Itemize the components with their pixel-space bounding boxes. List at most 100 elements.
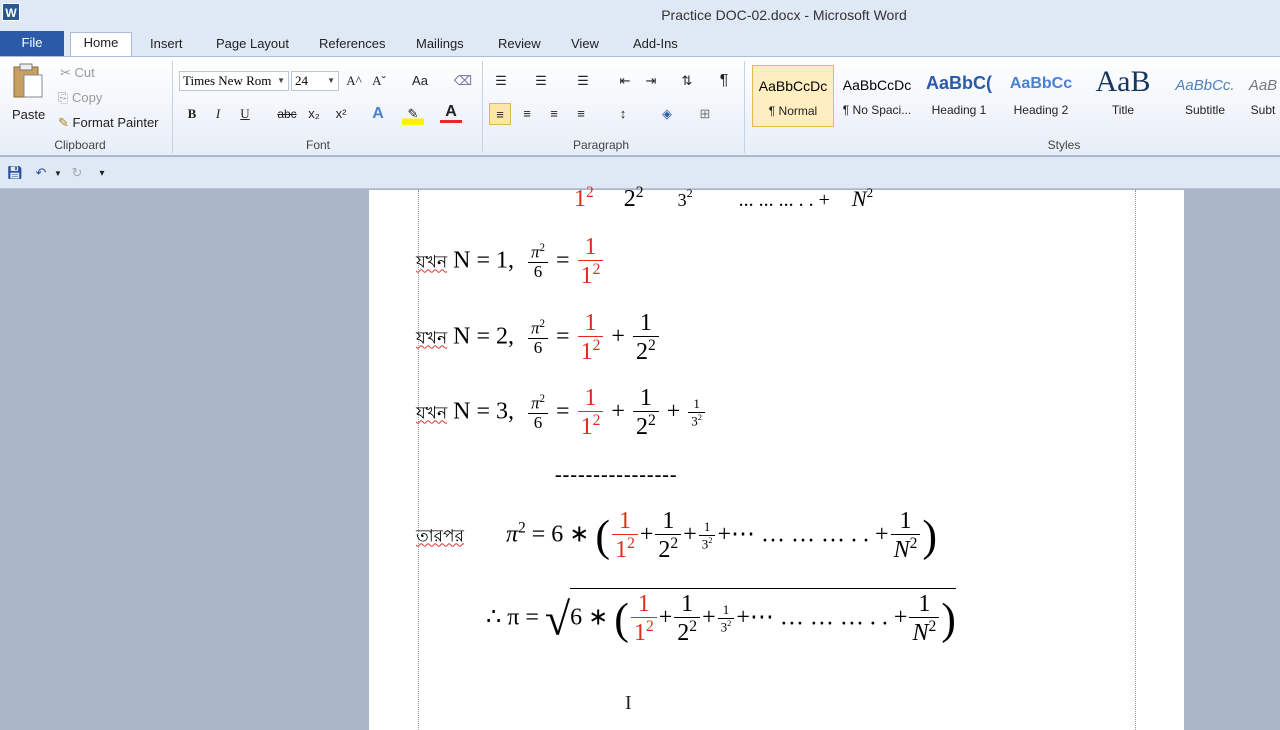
six-times: 6 ∗ xyxy=(570,604,609,631)
line-spacing-icon[interactable]: ↕ xyxy=(612,103,634,125)
ribbon-tabs: File Home Insert Page Layout References … xyxy=(0,30,1280,56)
one: 1 xyxy=(577,385,604,413)
paste-button[interactable]: Paste xyxy=(8,61,48,131)
italic-button[interactable]: I xyxy=(207,103,229,125)
one: 1 xyxy=(698,520,716,536)
n-equals-1: N = 1, xyxy=(453,247,514,274)
style-normal[interactable]: AaBbCcDc ¶ Normal xyxy=(752,65,834,127)
one-over-2sq: 1 22 xyxy=(632,385,659,441)
save-icon[interactable]: 💾︎ xyxy=(4,162,26,184)
tab-references[interactable]: References xyxy=(319,34,385,56)
equation-partial-top: 12 22 32 ... ... ... . . + N2 xyxy=(574,184,874,212)
term-2: 2 xyxy=(623,186,636,212)
one: 1 xyxy=(612,508,638,536)
decrease-indent-icon[interactable]: ⇤ xyxy=(614,70,636,92)
style-sample: AaBbCc xyxy=(1009,75,1073,92)
customize-toolbar-icon[interactable]: ▾ xyxy=(91,163,113,185)
text-effects-icon[interactable]: A xyxy=(367,103,389,125)
tab-insert[interactable]: Insert xyxy=(150,34,183,56)
one: 1 xyxy=(577,234,604,262)
one: 1 xyxy=(674,591,701,619)
one: 1 xyxy=(890,508,921,536)
font-size-value: 24 xyxy=(295,73,308,88)
redo-icon[interactable]: ↻ xyxy=(66,162,88,184)
pi: π xyxy=(530,393,540,413)
tab-home[interactable]: Home xyxy=(70,32,132,56)
then-label: তারপর xyxy=(416,526,464,547)
style-sample: AaBbCcDc xyxy=(758,78,828,94)
one-over-nsq: 1 N2 xyxy=(909,591,940,647)
tab-mailings[interactable]: Mailings xyxy=(416,34,464,56)
six: 6 xyxy=(533,413,543,433)
superscript-button[interactable]: x² xyxy=(330,103,352,125)
tab-page-layout[interactable]: Page Layout xyxy=(216,34,289,56)
borders-icon[interactable]: ⊞ xyxy=(694,103,716,125)
chevron-down-icon: ▼ xyxy=(327,76,335,85)
tab-file[interactable]: File xyxy=(0,31,64,56)
multilevel-list-icon[interactable]: ☰ xyxy=(572,70,594,92)
numbering-icon[interactable]: ☰ xyxy=(530,70,552,92)
style-name: ¶ Normal xyxy=(768,104,818,118)
one: 1 xyxy=(630,591,657,619)
style-name: Heading 2 xyxy=(1013,103,1069,117)
one-over-3sq: 1 32 xyxy=(717,603,735,634)
tab-add-ins[interactable]: Add-Ins xyxy=(633,34,678,56)
n-var: N xyxy=(851,186,867,211)
when-label: যখন xyxy=(416,403,448,424)
font-size-combo[interactable]: 24 ▼ xyxy=(291,71,339,91)
change-case-button[interactable]: Aa xyxy=(406,70,434,92)
highlight-icon[interactable]: ✎ xyxy=(402,103,424,125)
one: 1 xyxy=(688,397,705,413)
style-subtle[interactable]: AaB Subt xyxy=(1246,65,1280,127)
one-over-1sq: 1 12 xyxy=(577,385,604,441)
document-page[interactable]: 12 22 32 ... ... ... . . + N2 যখন N = 1,… xyxy=(369,184,1184,730)
one-over-nsq: 1 N2 xyxy=(890,508,921,564)
justify-icon[interactable]: ≡ xyxy=(570,103,592,125)
font-color-button[interactable]: A xyxy=(440,103,462,123)
one: 1 xyxy=(632,310,659,338)
style-sample: AaB xyxy=(1248,77,1278,94)
bullets-icon[interactable]: ☰ xyxy=(490,70,512,92)
subscript-button[interactable]: x₂ xyxy=(303,103,325,125)
term-3: 3 xyxy=(677,190,687,210)
style-subtitle[interactable]: AaBbCc. Subtitle xyxy=(1164,65,1246,127)
style-heading-2[interactable]: AaBbCc Heading 2 xyxy=(1000,65,1082,127)
format-painter-button[interactable]: ✎ Format Painter xyxy=(58,115,159,131)
chevron-down-icon: ▼ xyxy=(277,76,285,85)
increase-indent-icon[interactable]: ⇥ xyxy=(640,70,662,92)
tab-view[interactable]: View xyxy=(571,34,599,56)
pi-sq-over-6: π2 6 xyxy=(527,318,549,358)
show-formatting-icon[interactable]: ¶ xyxy=(713,70,735,92)
align-left-icon[interactable]: ≡ xyxy=(489,103,511,125)
ellipsis: ⋯ … … … . . + xyxy=(749,604,908,631)
style-no-spacing[interactable]: AaBbCcDc ¶ No Spaci... xyxy=(836,65,918,127)
style-title[interactable]: AaB Title xyxy=(1082,65,1164,127)
one: 1 xyxy=(577,310,604,338)
tab-review[interactable]: Review xyxy=(498,34,541,56)
one-over-1sq: 1 12 xyxy=(630,591,657,647)
font-name-value: Times New Rom xyxy=(183,73,272,88)
pi: π xyxy=(530,318,540,338)
one-over-1sq: 1 12 xyxy=(612,508,638,564)
equation-n3: যখন N = 3, π2 6 = 1 12 + 1 22 + 1 32 xyxy=(416,385,707,441)
n-equals-3: N = 3, xyxy=(453,398,514,425)
align-right-icon[interactable]: ≡ xyxy=(543,103,565,125)
clipboard-paste-icon xyxy=(13,63,43,98)
shading-icon[interactable]: ◈ xyxy=(656,103,678,125)
bold-button[interactable]: B xyxy=(181,103,203,125)
pi: π xyxy=(505,521,518,548)
copy-button[interactable]: ⎘ Copy xyxy=(58,90,102,106)
divider xyxy=(744,61,745,153)
one-over-3sq: 1 32 xyxy=(688,397,705,428)
sort-icon[interactable]: ⇅ xyxy=(676,70,698,92)
font-name-combo[interactable]: Times New Rom ▼ xyxy=(179,71,289,91)
cut-button[interactable]: ✂ Cut xyxy=(60,65,95,81)
style-heading-1[interactable]: AaBbC(Heading 1 xyxy=(918,65,1000,127)
clear-formatting-icon[interactable]: ⌫ xyxy=(452,70,474,92)
align-center-icon[interactable]: ≡ xyxy=(516,103,538,125)
grow-font-button[interactable]: A^ xyxy=(343,70,365,92)
therefore-pi-equals: ∴ π = xyxy=(486,604,539,631)
shrink-font-button[interactable]: Aˇ xyxy=(368,70,390,92)
strikethrough-button[interactable]: abc xyxy=(274,103,300,125)
underline-button[interactable]: U xyxy=(234,103,256,125)
